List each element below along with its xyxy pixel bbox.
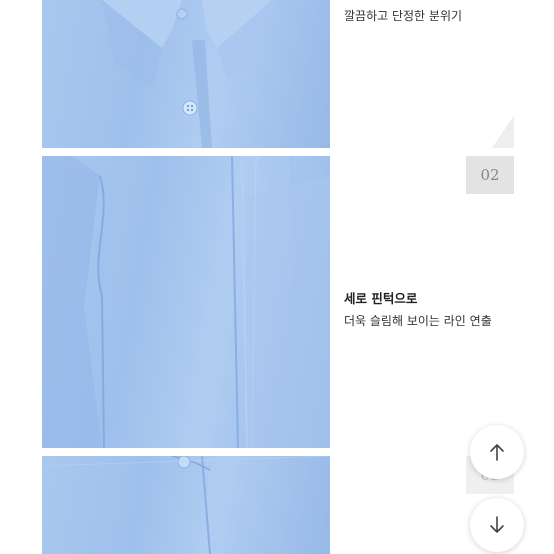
scroll-down-button[interactable] (470, 498, 524, 552)
shirt-collar-photo (42, 0, 330, 148)
section-2-number: 02 (466, 156, 514, 194)
section-1-text: 깔끔하고 단정한 분위기 (330, 0, 514, 148)
section-2-text: 02 세로 핀턱으로 더욱 슬림해 보이는 라인 연출 (330, 156, 514, 448)
product-detail-page: 깔끔하고 단정한 분위기 02 세로 핀턱으로 더욱 슬림해 보이는 라인 연출 (0, 0, 554, 554)
section-2-title: 세로 핀턱으로 (344, 291, 418, 306)
shirt-button-photo (42, 456, 330, 554)
scroll-up-button[interactable] (470, 425, 524, 479)
arrow-down-icon (490, 516, 504, 533)
detail-section-3: 03 (42, 456, 514, 554)
section-1-subtitle: 깔끔하고 단정한 분위기 (344, 9, 463, 23)
section-2-subtitle: 더욱 슬림해 보이는 라인 연출 (344, 314, 492, 328)
shirt-pintuck-photo (42, 156, 330, 448)
detail-section-2: 02 세로 핀턱으로 더욱 슬림해 보이는 라인 연출 (42, 156, 514, 448)
detail-section-1: 깔끔하고 단정한 분위기 (42, 0, 514, 148)
arrow-up-icon (490, 444, 504, 461)
